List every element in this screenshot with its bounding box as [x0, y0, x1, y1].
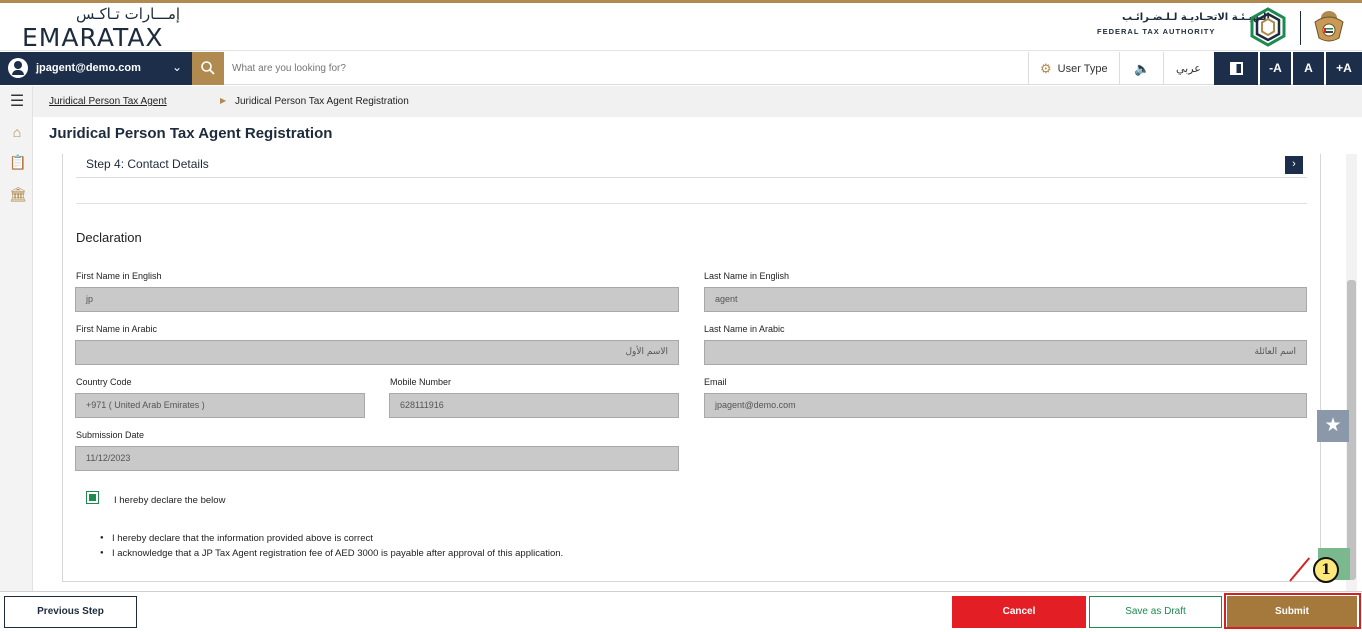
emaratax-logo-arabic: إمـــارات تـاكـس	[76, 5, 181, 23]
declaration-bullet-2: I acknowledge that a JP Tax Agent regist…	[112, 548, 564, 559]
declaration-heading: Declaration	[76, 230, 142, 245]
user-type-button[interactable]: ⚙ User Type	[1040, 52, 1108, 85]
cancel-button[interactable]: Cancel	[952, 596, 1086, 628]
section-divider	[76, 203, 1307, 204]
search-input[interactable]	[232, 58, 732, 78]
first-name-arabic-field[interactable]: الاسم الأول	[75, 340, 679, 365]
brand-header: إمـــارات تـاكـس EMARATAX الـهيـئـة الات…	[0, 3, 1362, 52]
page-title: Juridical Person Tax Agent Registration	[49, 125, 333, 142]
nav-separator	[1163, 52, 1164, 85]
fta-name-english: FEDERAL TAX AUTHORITY	[1097, 27, 1216, 36]
last-name-arabic-field[interactable]: اسم العائلة	[704, 340, 1307, 365]
breadcrumb: Juridical Person Tax Agent ▶ Juridical P…	[33, 86, 1362, 117]
mobile-number-label: Mobile Number	[390, 377, 452, 387]
bank-icon[interactable]: 🏛	[9, 186, 27, 202]
email-field[interactable]: jpagent@demo.com	[704, 393, 1307, 418]
chevron-right-icon[interactable]: ›	[1285, 156, 1303, 174]
user-email: jpagent@demo.com	[36, 62, 141, 74]
form-panel	[62, 154, 1321, 582]
home-icon[interactable]: ⌂	[9, 124, 25, 140]
contrast-toggle-button[interactable]	[1214, 52, 1258, 85]
first-name-english-field[interactable]: jp	[75, 287, 679, 312]
step-accordion-header[interactable]: Step 4: Contact Details ›	[76, 154, 1307, 178]
hamburger-menu-icon[interactable]: ☰	[9, 94, 25, 110]
submission-date-label: Submission Date	[76, 430, 145, 440]
breadcrumb-arrow-icon: ▶	[220, 96, 227, 105]
declaration-checkbox-label: I hereby declare the below	[114, 495, 226, 506]
save-draft-button[interactable]: Save as Draft	[1089, 596, 1222, 628]
font-normal-button[interactable]: A	[1293, 52, 1324, 85]
step-callout-badge: 1	[1313, 557, 1339, 583]
font-increase-button[interactable]: +A	[1326, 52, 1362, 85]
country-code-label: Country Code	[76, 377, 132, 387]
search-button[interactable]	[192, 52, 224, 85]
last-name-english-label: Last Name in English	[704, 271, 790, 281]
declaration-bullet-1: I hereby declare that the information pr…	[112, 533, 373, 544]
search-icon	[201, 61, 215, 75]
country-code-field[interactable]: +971 ( United Arab Emirates )	[75, 393, 365, 418]
list-item: I acknowledge that a JP Tax Agent regist…	[100, 548, 563, 559]
font-decrease-button[interactable]: -A	[1260, 52, 1291, 85]
email-label: Email	[704, 377, 727, 387]
user-avatar-icon	[8, 58, 28, 78]
user-type-label: User Type	[1057, 62, 1108, 75]
action-bar: Previous Step Cancel Save as Draft Submi…	[0, 591, 1362, 632]
top-navbar: jpagent@demo.com ⌄ ⚙ User Type 🔈 عربي -A…	[0, 52, 1362, 85]
chevron-down-icon[interactable]: ⌄	[172, 60, 182, 74]
emaratax-logo[interactable]: EMARATAX	[22, 23, 164, 52]
uae-emblem-icon	[1314, 11, 1344, 42]
left-sidebar: ☰ ⌂ 📋 🏛	[0, 86, 33, 591]
last-name-english-field[interactable]: agent	[704, 287, 1307, 312]
gear-icon: ⚙	[1040, 60, 1052, 76]
fta-emblem-icon	[1250, 7, 1286, 47]
previous-step-button[interactable]: Previous Step	[4, 596, 137, 628]
star-icon[interactable]: ★	[1317, 410, 1349, 442]
speaker-icon[interactable]: 🔈	[1134, 61, 1150, 77]
first-name-english-label: First Name in English	[76, 271, 162, 281]
submission-date-field[interactable]: 11/12/2023	[75, 446, 679, 471]
user-menu[interactable]: jpagent@demo.com ⌄	[0, 52, 192, 85]
language-toggle[interactable]: عربي	[1176, 62, 1201, 75]
breadcrumb-parent-link[interactable]: Juridical Person Tax Agent	[49, 96, 167, 107]
nav-separator	[1119, 52, 1120, 85]
first-name-arabic-label: First Name in Arabic	[76, 324, 158, 334]
nav-separator	[1028, 52, 1029, 85]
submit-highlight-box	[1224, 593, 1361, 629]
list-item: I hereby declare that the information pr…	[100, 533, 373, 544]
mobile-number-field[interactable]: 628111916	[389, 393, 679, 418]
step-title: Step 4: Contact Details	[86, 157, 209, 171]
last-name-arabic-label: Last Name in Arabic	[704, 324, 785, 334]
clipboard-icon[interactable]: 📋	[9, 154, 26, 170]
breadcrumb-current: Juridical Person Tax Agent Registration	[235, 96, 409, 107]
contrast-icon	[1229, 62, 1243, 76]
header-divider	[1300, 11, 1301, 45]
declaration-checkbox[interactable]	[86, 491, 99, 504]
